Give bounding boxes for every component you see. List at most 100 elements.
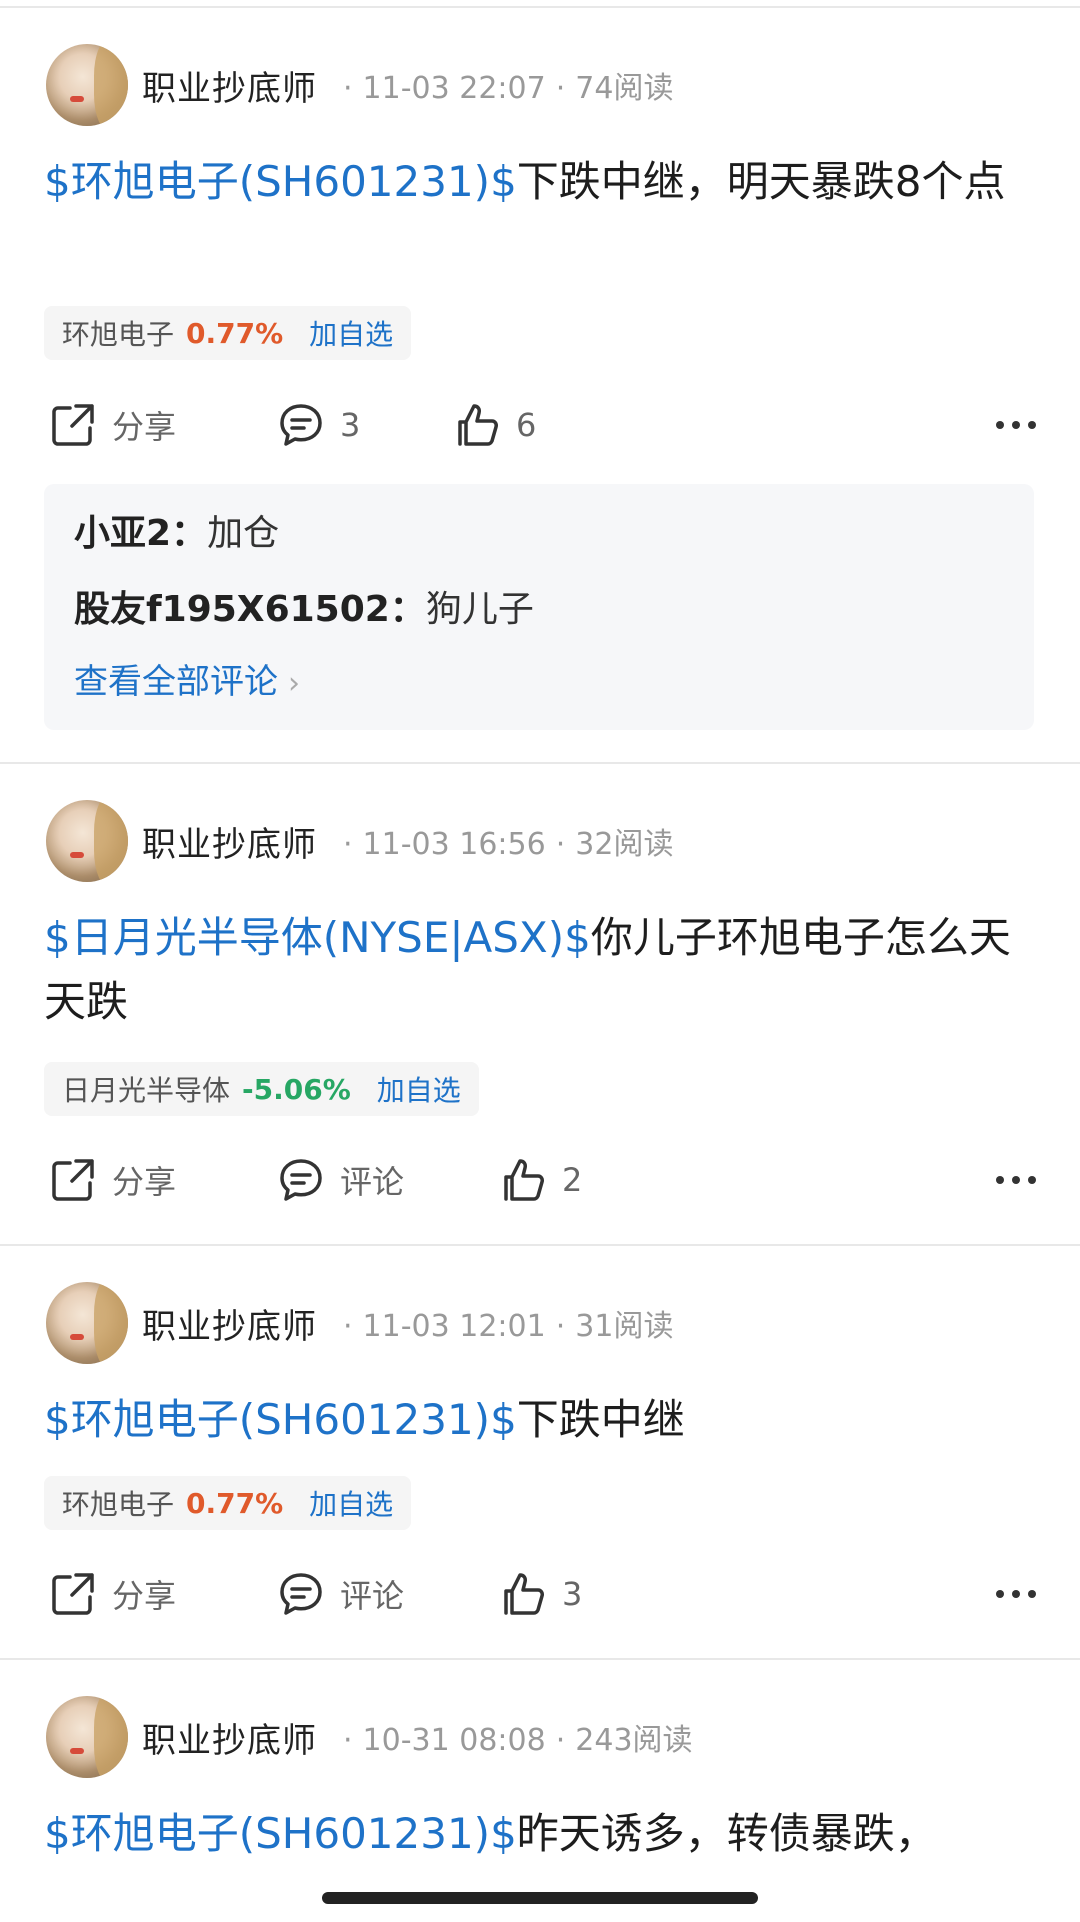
more-icon-dot [1012,1176,1020,1184]
stock-tag-link[interactable]: $环旭电子(SH601231)$ [44,1395,517,1444]
post-header: 职业抄底师 · 11-03 12:01 · 31阅读 [46,1282,673,1364]
like-count: 6 [516,406,537,444]
more-button[interactable] [988,395,1036,455]
like-button[interactable]: 2 [498,1150,582,1210]
comment-button[interactable]: 评论 [276,1564,404,1624]
post-content[interactable]: $环旭电子(SH601231)$下跌中继，明天暴跌8个点 [44,150,1034,214]
post-time: 10-31 08:08 [362,1723,546,1758]
comment-text: 狗儿子 [425,589,534,630]
share-icon [52,1159,94,1201]
post-actions: 分享 评论 3 [48,1564,1036,1624]
stock-tag-link[interactable]: $日月光半导体(NYSE|ASX)$ [44,913,591,962]
chip-stock-name: 日月光半导体 [62,1074,231,1107]
share-label: 分享 [112,408,177,446]
like-button[interactable]: 3 [498,1564,582,1624]
post-header: 职业抄底师 · 11-03 22:07 · 74阅读 [46,44,673,126]
more-icon [996,1176,1004,1184]
more-icon-dot [1012,1590,1020,1598]
view-all-label: 查看全部评论 [74,662,278,702]
like-button[interactable]: 6 [452,395,536,455]
chip-stock-change: 0.77% [186,316,284,350]
post-header: 职业抄底师 · 11-03 16:56 · 32阅读 [46,800,673,882]
author-name[interactable]: 职业抄底师 [142,61,317,110]
read-count: 32阅读 [575,827,674,862]
stock-chip[interactable]: 环旭电子 0.77% 加自选 [44,1476,412,1530]
avatar[interactable] [46,1282,128,1364]
author-name[interactable]: 职业抄底师 [142,817,317,866]
more-button[interactable] [988,1564,1036,1624]
share-button[interactable]: 分享 [48,1564,176,1624]
comment-item: 股友f195X61502：狗儿子 [74,580,534,632]
thumbs-up-icon [458,404,498,446]
comment-icon [280,404,322,446]
share-label: 分享 [112,1163,177,1201]
read-count: 74阅读 [575,71,674,106]
read-count: 243阅读 [575,1723,693,1758]
comment-preview-box[interactable]: 小亚2：加仓 股友f195X61502：狗儿子 查看全部评论 › [44,484,1034,730]
post-text: 下跌中继 [516,1395,685,1444]
stock-chip[interactable]: 日月光半导体 -5.06% 加自选 [44,1062,479,1116]
author-name[interactable]: 职业抄底师 [142,1299,317,1348]
more-icon [996,421,1004,429]
share-label: 分享 [112,1577,177,1615]
thumbs-up-icon [504,1159,544,1201]
avatar[interactable] [46,44,128,126]
view-all-comments-link[interactable]: 查看全部评论 › [74,654,300,703]
more-icon-dot [1028,1590,1036,1598]
avatar[interactable] [46,800,128,882]
thumbs-up-icon [504,1573,544,1615]
add-watchlist-button[interactable]: 加自选 [309,1483,393,1523]
post-meta: · 11-03 16:56 · 32阅读 [343,827,674,862]
chevron-right-icon: › [288,666,300,701]
post-time: 11-03 22:07 [362,71,546,106]
more-icon-dot [1028,421,1036,429]
share-icon [52,1573,94,1615]
comment-author[interactable]: 小亚2： [74,513,207,554]
avatar[interactable] [46,1696,128,1778]
post-actions: 分享 评论 2 [48,1150,1036,1210]
post-content[interactable]: $环旭电子(SH601231)$昨天诱多，转债暴跌， [44,1802,1034,1866]
comment-item: 小亚2：加仓 [74,504,279,556]
post-actions: 分享 3 6 [48,395,1036,455]
chip-stock-change: 0.77% [186,1486,284,1520]
chip-stock-name: 环旭电子 [62,1488,175,1521]
comment-icon [280,1573,322,1615]
more-icon [996,1590,1004,1598]
post-content[interactable]: $日月光半导体(NYSE|ASX)$你儿子环旭电子怎么天天跌 [44,906,1034,1034]
comment-label: 评论 [340,1163,405,1201]
comment-button[interactable]: 3 [276,395,360,455]
post-text: 下跌中继，明天暴跌8个点 [516,157,1006,206]
more-icon-dot [1012,421,1020,429]
share-button[interactable]: 分享 [48,395,176,455]
chip-stock-change: -5.06% [242,1072,351,1106]
comment-button[interactable]: 评论 [276,1150,404,1210]
post-time: 11-03 16:56 [362,827,546,862]
top-divider [0,6,1080,8]
comment-text: 加仓 [207,513,280,554]
post-meta: · 11-03 12:01 · 31阅读 [343,1309,674,1344]
post-meta: · 10-31 08:08 · 243阅读 [343,1723,693,1758]
post-content[interactable]: $环旭电子(SH601231)$下跌中继 [44,1388,1034,1452]
add-watchlist-button[interactable]: 加自选 [309,313,393,353]
like-count: 3 [562,1575,583,1613]
read-count: 31阅读 [575,1309,674,1344]
more-icon-dot [1028,1176,1036,1184]
comment-icon [280,1159,322,1201]
like-count: 2 [562,1161,583,1199]
stock-tag-link[interactable]: $环旭电子(SH601231)$ [44,1809,517,1858]
stock-tag-link[interactable]: $环旭电子(SH601231)$ [44,157,517,206]
post-divider [0,762,1080,764]
comment-author[interactable]: 股友f195X61502： [74,589,426,630]
home-indicator[interactable] [322,1892,758,1904]
comment-label: 评论 [340,1577,405,1615]
share-button[interactable]: 分享 [48,1150,176,1210]
post-header: 职业抄底师 · 10-31 08:08 · 243阅读 [46,1696,693,1778]
post-meta: · 11-03 22:07 · 74阅读 [343,71,674,106]
more-button[interactable] [988,1150,1036,1210]
chip-stock-name: 环旭电子 [62,318,175,351]
add-watchlist-button[interactable]: 加自选 [377,1069,461,1109]
post-text: 昨天诱多，转债暴跌， [516,1809,937,1858]
stock-chip[interactable]: 环旭电子 0.77% 加自选 [44,306,412,360]
author-name[interactable]: 职业抄底师 [142,1713,317,1762]
comment-count: 3 [340,406,361,444]
